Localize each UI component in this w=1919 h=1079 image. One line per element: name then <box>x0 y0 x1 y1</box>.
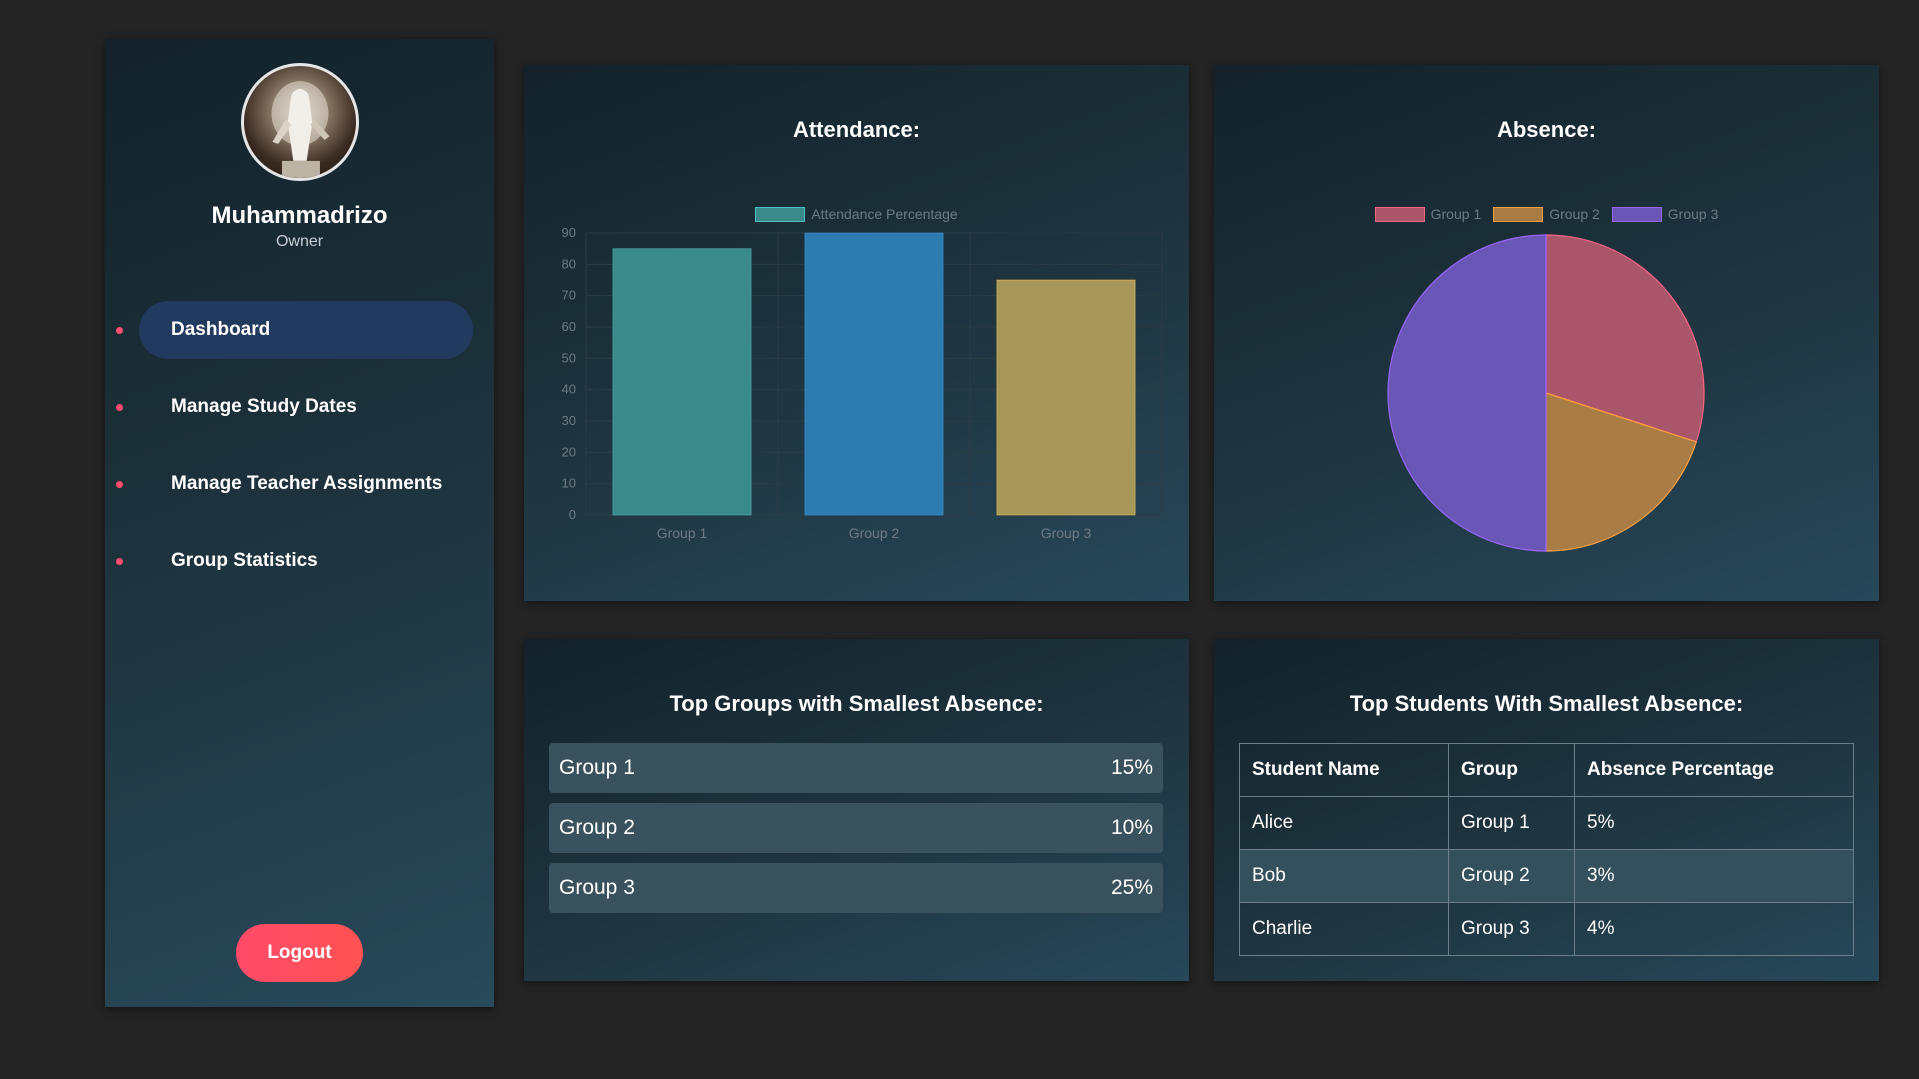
group-absence: 15% <box>1110 756 1153 779</box>
attendance-bar-chart: 0 10 20 30 40 50 60 70 80 90 Group 1 Group 2 Group 3 <box>562 225 1163 541</box>
top-students-title: Top Students With Smallest Absence: <box>1349 691 1744 716</box>
user-name: Muhammadrizo <box>211 202 388 229</box>
user-role: Owner <box>275 233 324 250</box>
sidebar-item-label: Manage Teacher Assignments <box>171 473 443 494</box>
students-table: Student Name Group Absence Percentage Al… <box>1239 743 1854 956</box>
x-tick-label: Group 1 <box>657 525 708 541</box>
column-header: Student Name <box>1239 743 1449 797</box>
list-item[interactable]: Group 1 15% <box>549 743 1163 793</box>
y-tick-label: 30 <box>562 413 576 428</box>
sidebar-item-dashboard[interactable]: Dashboard <box>105 301 494 359</box>
top-groups-title: Top Groups with Smallest Absence: <box>669 691 1044 716</box>
y-tick-label: 80 <box>562 256 576 271</box>
avatar-figure-icon <box>271 81 330 178</box>
y-tick-label: 40 <box>562 382 576 397</box>
sidebar-item-manage-study-dates[interactable]: Manage Study Dates <box>105 378 494 436</box>
y-tick-label: 50 <box>562 350 576 365</box>
sidebar-item-group-statistics[interactable]: Group Statistics <box>105 532 494 590</box>
y-tick-label: 70 <box>562 288 576 303</box>
table-cell: Alice <box>1239 796 1449 850</box>
bullet-icon <box>116 558 123 565</box>
table-cell: Group 3 <box>1448 902 1575 956</box>
sidebar-item-label: Group Statistics <box>171 550 318 571</box>
table-row[interactable]: Alice Group 1 5% <box>1239 796 1854 850</box>
pie-slice-group-3 <box>1387 234 1547 552</box>
table-cell: Group 1 <box>1448 796 1575 850</box>
avatar[interactable] <box>241 63 359 181</box>
list-item[interactable]: Group 3 25% <box>549 863 1163 913</box>
bullet-icon <box>116 481 123 488</box>
x-tick-label: Group 3 <box>1041 525 1092 541</box>
y-tick-label: 60 <box>562 319 576 334</box>
y-tick-label: 20 <box>562 444 576 459</box>
table-cell: 5% <box>1574 796 1854 850</box>
logout-button[interactable]: Logout <box>236 924 363 982</box>
group-name: Group 3 <box>559 876 635 899</box>
y-tick-label: 0 <box>569 507 576 522</box>
bullet-icon <box>116 404 123 411</box>
bar-group-2 <box>804 232 944 516</box>
table-cell: Bob <box>1239 849 1449 903</box>
bar-group-3 <box>996 279 1136 516</box>
x-tick-label: Group 2 <box>849 525 900 541</box>
table-cell: 4% <box>1574 902 1854 956</box>
table-cell: Charlie <box>1239 902 1449 956</box>
column-header: Absence Percentage <box>1574 743 1854 797</box>
bar-group-1 <box>612 248 752 516</box>
sidebar-item-label: Manage Study Dates <box>171 396 357 417</box>
y-tick-label: 90 <box>562 225 576 240</box>
table-header-row: Student Name Group Absence Percentage <box>1239 743 1854 797</box>
list-item[interactable]: Group 2 10% <box>549 803 1163 853</box>
attendance-card: Attendance: Attendance Percentage 0 10 20 3… <box>524 65 1189 601</box>
y-tick-label: 10 <box>562 476 576 491</box>
sidebar: Muhammadrizo Owner Dashboard Manage Stud… <box>105 39 494 1007</box>
group-name: Group 2 <box>559 816 635 839</box>
group-absence: 10% <box>1110 816 1153 839</box>
table-cell: Group 2 <box>1448 849 1575 903</box>
absence-pie-chart <box>1387 234 1705 552</box>
top-groups-card: Top Groups with Smallest Absence: Group … <box>524 639 1189 981</box>
sidebar-item-manage-teacher-assignments[interactable]: Manage Teacher Assignments <box>105 455 494 513</box>
table-row[interactable]: Charlie Group 3 4% <box>1239 902 1854 956</box>
sidebar-item-label: Dashboard <box>171 319 271 340</box>
bullet-icon <box>116 327 123 334</box>
table-row[interactable]: Bob Group 2 3% <box>1239 849 1854 903</box>
column-header: Group <box>1448 743 1575 797</box>
top-students-card: Top Students With Smallest Absence: Stud… <box>1214 639 1879 981</box>
table-cell: 3% <box>1574 849 1854 903</box>
group-name: Group 1 <box>559 756 635 779</box>
absence-card: Absence: Group 1 Group 2 Group 3 <box>1214 65 1879 601</box>
group-absence: 25% <box>1110 876 1153 899</box>
